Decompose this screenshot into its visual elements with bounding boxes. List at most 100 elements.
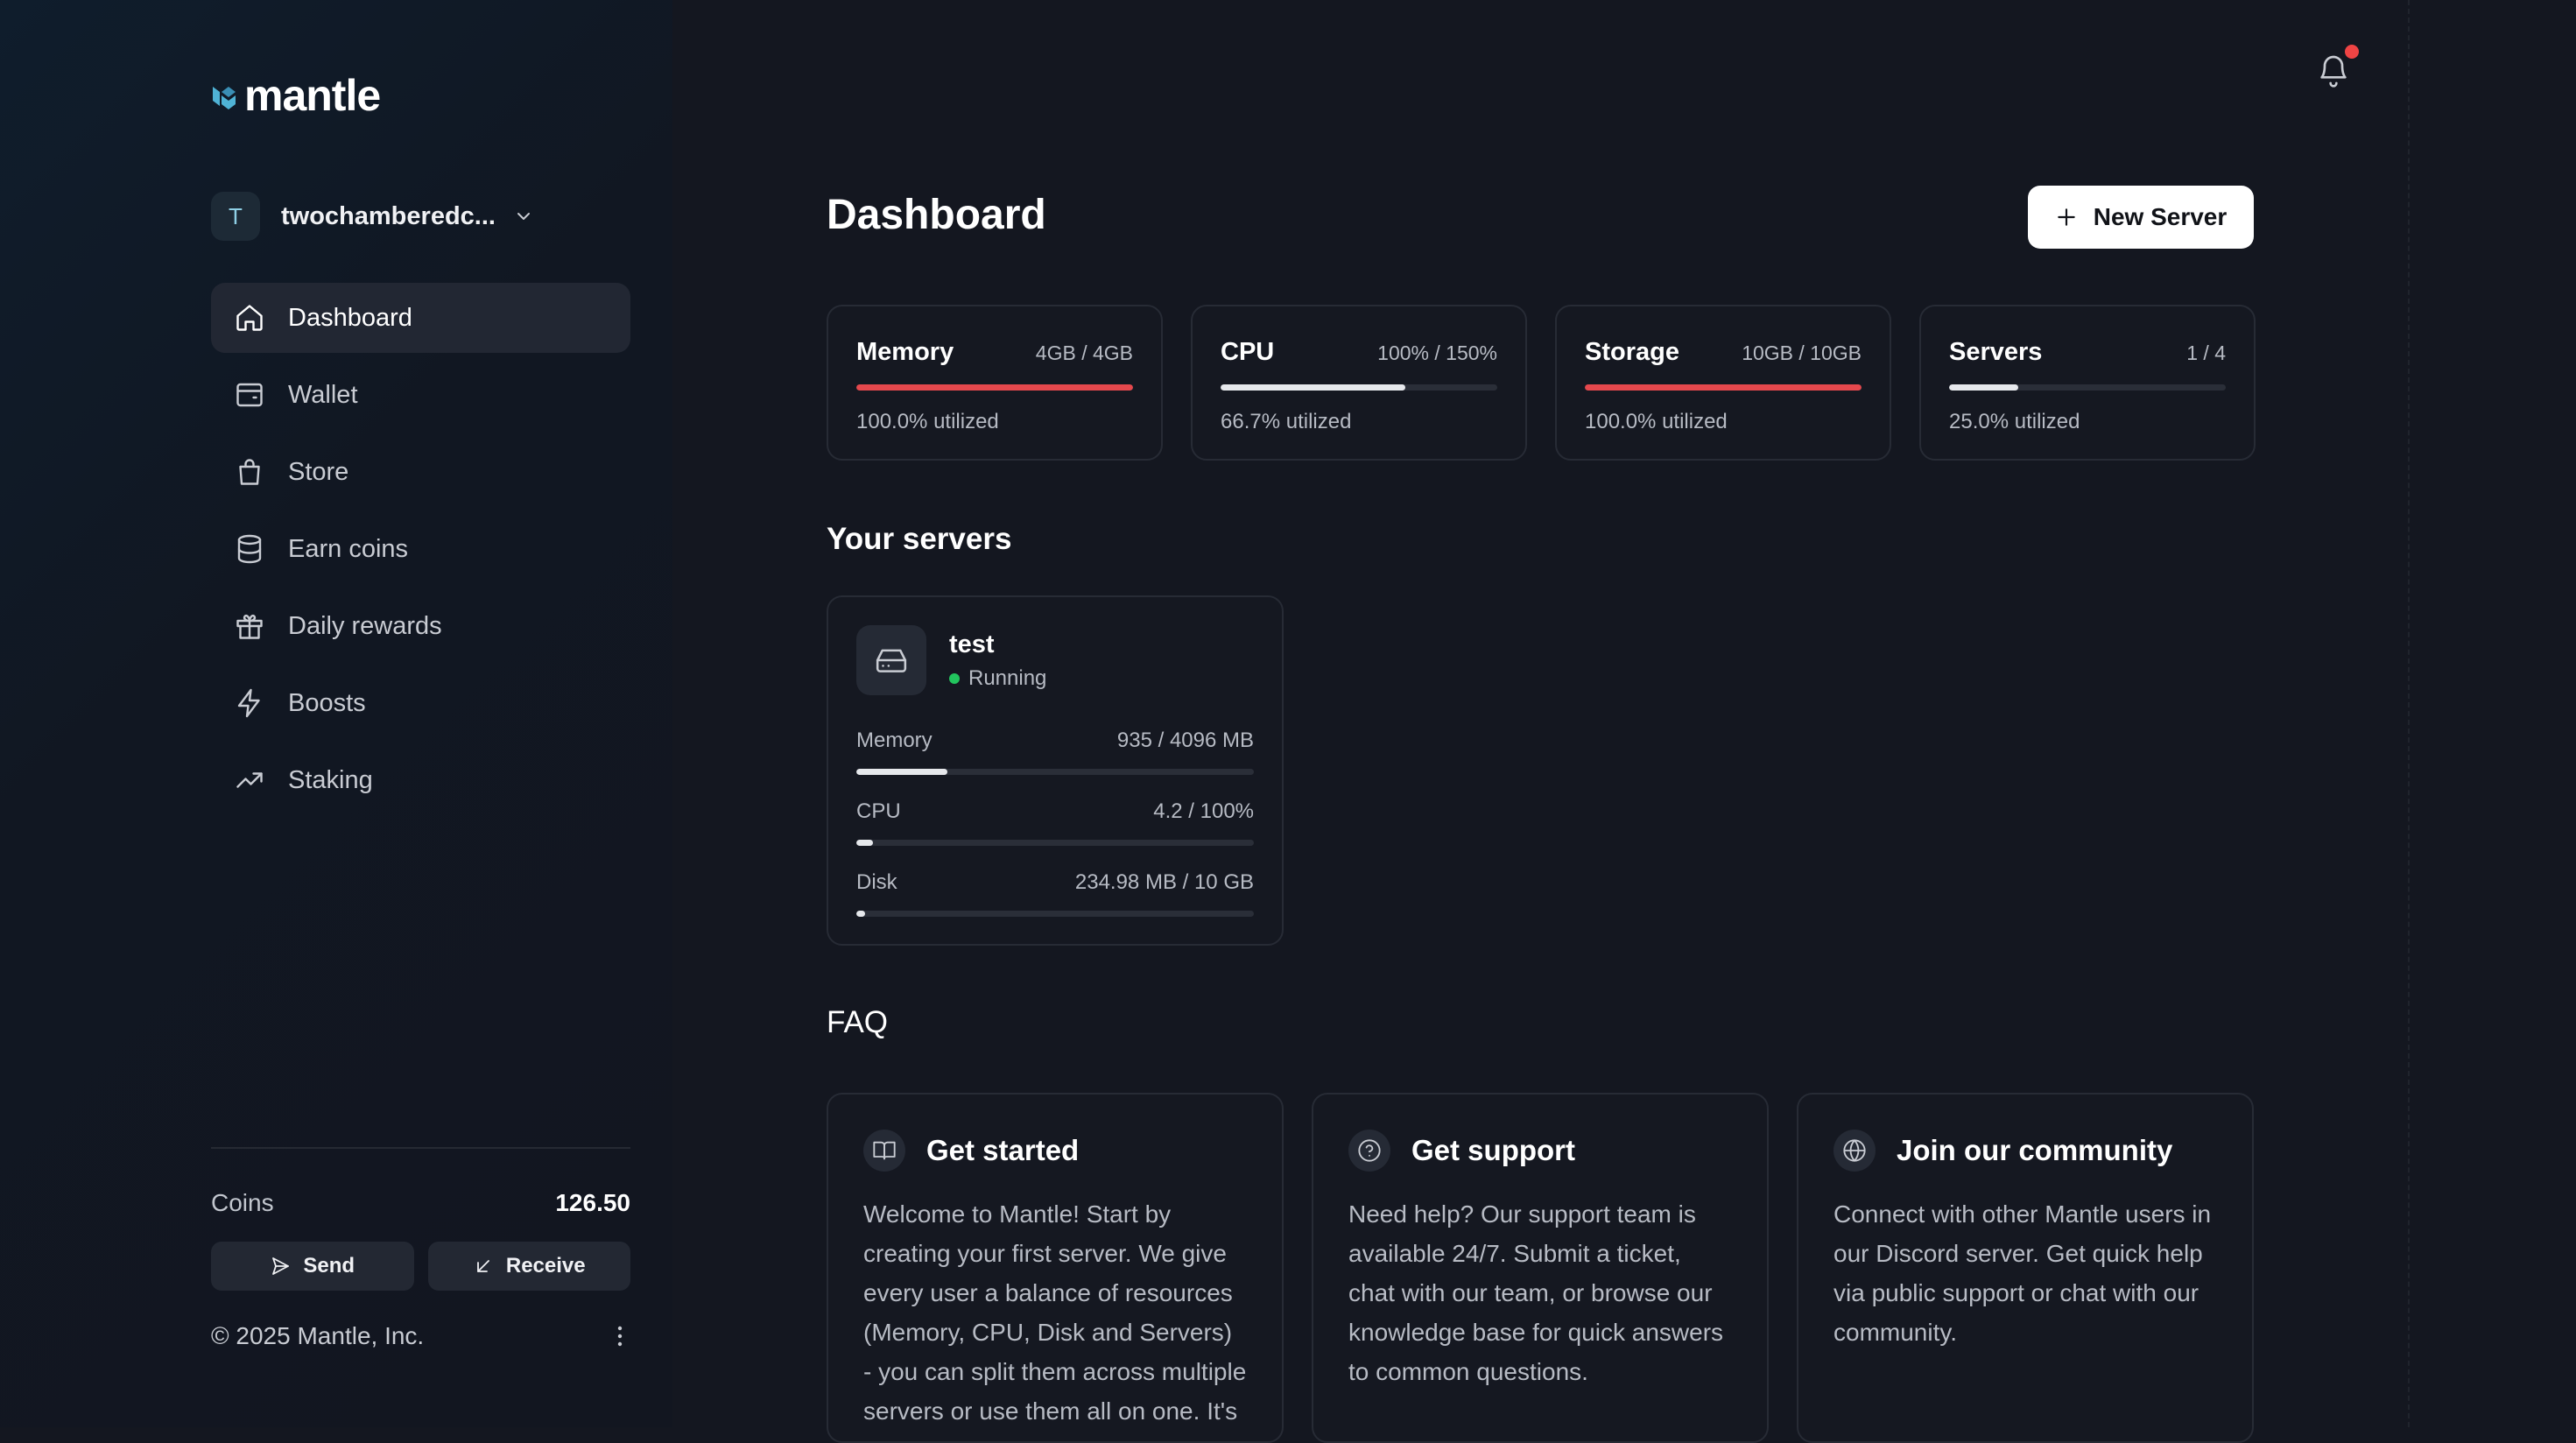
server-card[interactable]: test Running Memory 935 / 4096 MB CPU 4.… [827, 595, 1284, 946]
progress-fill [1585, 384, 1862, 391]
stat-utilized: 100.0% utilized [856, 410, 999, 433]
server-resource-memory: Memory 935 / 4096 MB [856, 729, 1254, 775]
receive-label: Receive [505, 1254, 586, 1278]
brand-logo[interactable]: mantle [211, 70, 381, 121]
server-name: test [949, 630, 995, 658]
progress-bar [856, 769, 1254, 775]
shopping-bag-icon [239, 459, 260, 485]
server-icon-tile [856, 625, 926, 695]
sidebar-item-label: Boosts [288, 688, 366, 717]
home-icon [236, 305, 263, 331]
sidebar-nav: Dashboard Wallet Store Earn coins Daily … [211, 283, 630, 822]
sidebar-item-label: Store [288, 457, 349, 486]
progress-fill [856, 840, 874, 846]
sidebar-item-label: Earn coins [288, 534, 409, 563]
sidebar-item-staking[interactable]: Staking [211, 745, 630, 815]
arrow-down-left-icon [476, 1260, 489, 1272]
status-text: Running [968, 665, 1047, 690]
faq-card-join-community: Join our community Connect with other Ma… [1797, 1093, 2254, 1443]
resource-value: 4.2 / 100% [1153, 799, 1254, 823]
help-circle-icon [1358, 1139, 1381, 1162]
notification-badge [2345, 45, 2359, 59]
faq-card-get-started: Get started Welcome to Mantle! Start by … [827, 1093, 1284, 1443]
brand-name: mantle [244, 71, 381, 120]
send-button[interactable]: Send [211, 1242, 414, 1291]
hard-drive-icon [876, 649, 907, 672]
trending-up-icon [236, 772, 263, 788]
faq-title: Get support [1411, 1134, 1575, 1166]
sidebar-item-store[interactable]: Store [211, 437, 630, 507]
stat-utilized: 25.0% utilized [1949, 410, 2080, 433]
sidebar-footer: © 2025 Mantle, Inc. [211, 1322, 630, 1350]
stat-value: 1 / 4 [2186, 341, 2226, 364]
stat-value: 100% / 150% [1377, 341, 1497, 364]
layout-guide-right [2408, 0, 2410, 1427]
wallet-panel: Coins 126.50 Send Receive © 2025 Mantle,… [211, 1147, 630, 1350]
server-resource-disk: Disk 234.98 MB / 10 GB [856, 870, 1254, 917]
faq-title: Join our community [1897, 1134, 2173, 1166]
receive-button[interactable]: Receive [427, 1242, 630, 1291]
sidebar-item-label: Staking [288, 765, 373, 794]
stat-name: Memory [856, 338, 954, 366]
servers-heading: Your servers [827, 522, 1012, 556]
server-resource-cpu: CPU 4.2 / 100% [856, 799, 1254, 846]
progress-bar [856, 911, 1254, 917]
stat-name: Servers [1949, 338, 2043, 366]
resource-label: CPU [856, 799, 901, 823]
faq-heading: FAQ [827, 1005, 889, 1039]
progress-fill [1221, 384, 1405, 391]
faq-title: Get started [926, 1134, 1080, 1166]
sidebar-item-label: Daily rewards [288, 611, 442, 640]
sidebar-item-dashboard[interactable]: Dashboard [211, 283, 630, 353]
coins-row: Coins 126.50 [211, 1189, 630, 1217]
resource-label: Disk [856, 870, 897, 894]
bell-icon[interactable] [2316, 51, 2351, 89]
resource-value: 935 / 4096 MB [1116, 729, 1254, 752]
faq-body: Connect with other Mantle users in our D… [1833, 1200, 2212, 1346]
progress-fill [856, 769, 947, 775]
coins-label: Coins [211, 1189, 274, 1216]
progress-bar [856, 384, 1133, 391]
stat-name: CPU [1221, 338, 1275, 366]
coins-balance: 126.50 [555, 1189, 630, 1216]
stat-card-memory: Memory 4GB / 4GB 100.0% utilized [827, 305, 1163, 461]
progress-fill [1949, 384, 2018, 391]
resource-value: 234.98 MB / 10 GB [1074, 870, 1254, 894]
progress-bar [1221, 384, 1497, 391]
plus-icon [2057, 208, 2075, 226]
avatar: T [211, 192, 260, 241]
send-icon [272, 1257, 290, 1275]
account-switcher[interactable]: T twochamberedc... [211, 191, 534, 242]
globe-icon [1843, 1139, 1866, 1162]
new-server-button[interactable]: New Server [2028, 186, 2254, 249]
stat-card-cpu: CPU 100% / 150% 66.7% utilized [1191, 305, 1527, 461]
stat-utilized: 100.0% utilized [1585, 410, 1728, 433]
page-title: Dashboard [827, 192, 1046, 238]
wallet-icon [236, 383, 263, 407]
faq-cards: Get started Welcome to Mantle! Start by … [827, 1093, 2254, 1443]
new-server-label: New Server [2093, 203, 2228, 230]
stat-value: 10GB / 10GB [1742, 341, 1862, 364]
faq-body: Welcome to Mantle! Start by creating you… [863, 1200, 1247, 1425]
progress-bar [856, 840, 1254, 846]
sidebar-item-label: Wallet [288, 380, 358, 409]
account-name: twochamberedc... [281, 201, 496, 230]
progress-fill [856, 911, 866, 917]
server-status: Running [949, 666, 1046, 691]
database-icon [237, 534, 262, 564]
resource-label: Memory [856, 729, 933, 752]
book-icon [873, 1141, 896, 1160]
sidebar-item-wallet[interactable]: Wallet [211, 360, 630, 430]
stat-card-storage: Storage 10GB / 10GB 100.0% utilized [1555, 305, 1891, 461]
sidebar-item-daily-rewards[interactable]: Daily rewards [211, 591, 630, 661]
progress-bar [1949, 384, 2226, 391]
resource-stats: Memory 4GB / 4GB 100.0% utilized CPU 100… [827, 305, 2256, 461]
send-label: Send [303, 1254, 355, 1278]
gift-icon [236, 614, 263, 639]
progress-bar [1585, 384, 1862, 391]
sidebar-item-boosts[interactable]: Boosts [211, 668, 630, 738]
stat-utilized: 66.7% utilized [1221, 410, 1352, 433]
sidebar-item-label: Dashboard [288, 303, 412, 332]
more-vertical-icon[interactable] [609, 1323, 630, 1349]
sidebar-item-earn-coins[interactable]: Earn coins [211, 514, 630, 584]
